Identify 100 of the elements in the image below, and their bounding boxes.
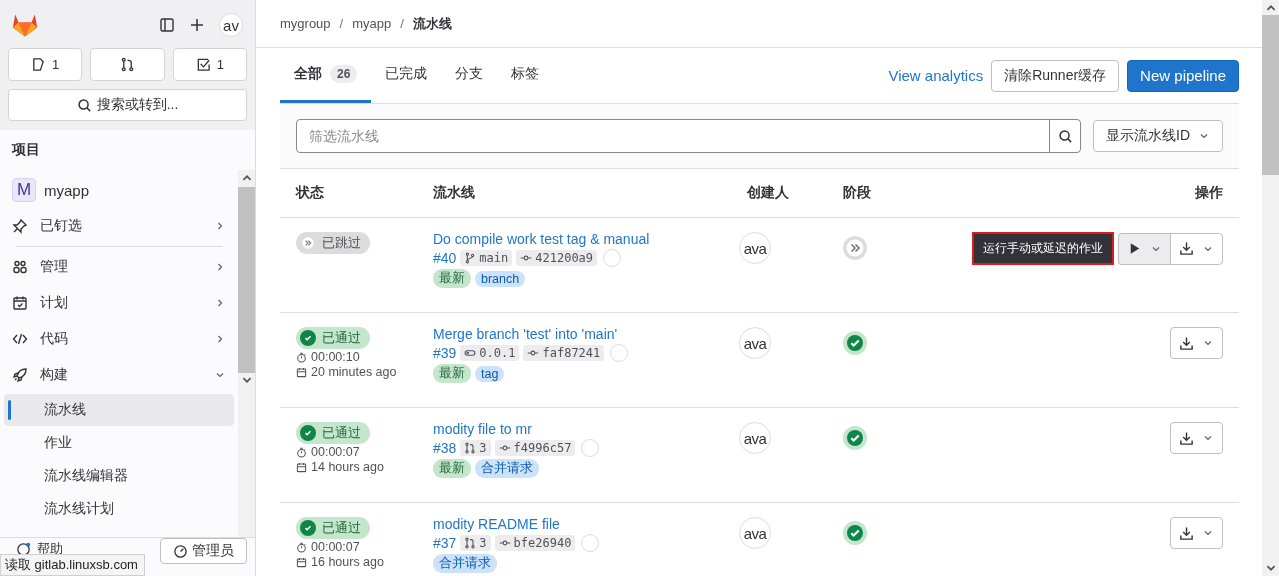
help-icon	[16, 541, 31, 557]
column-header: 创建人	[746, 184, 790, 202]
sidebar-toggle-icon[interactable]	[159, 17, 175, 33]
pipeline-id-link[interactable]: #39	[433, 345, 457, 361]
duration-text: 00:00:07	[296, 540, 433, 554]
commit-sha-link[interactable]: 421200a9	[516, 250, 598, 266]
finished-time: 16 hours ago	[296, 555, 433, 569]
nav-subitem[interactable]: 流水线	[4, 394, 234, 426]
issues-button[interactable]: 1	[8, 48, 83, 81]
skip-icon	[843, 236, 867, 260]
nav-subitem[interactable]: 流水线计划	[4, 493, 234, 525]
clear-cache-button[interactable]: 清除Runner缓存	[991, 59, 1120, 92]
tab-label: 已完成	[385, 65, 428, 83]
view-analytics-link[interactable]: View analytics	[888, 67, 984, 84]
download-icon	[1179, 525, 1194, 541]
status-badge[interactable]: 已通过	[296, 327, 370, 349]
nav-item[interactable]: 代码	[4, 321, 234, 357]
finished-time: 20 minutes ago	[296, 365, 433, 379]
check-circle-icon	[300, 425, 316, 441]
commit-sha-link[interactable]: faf87241	[523, 345, 605, 361]
check-circle-icon	[843, 331, 867, 355]
user-avatar[interactable]: av	[219, 13, 243, 37]
status-badge[interactable]: 已跳过	[296, 232, 370, 254]
nav-item[interactable]: 管理	[4, 249, 234, 285]
breadcrumb-link[interactable]: mygroup	[280, 16, 331, 31]
pipeline-title-link[interactable]: Do compile work test tag & manual	[433, 231, 693, 247]
skip-icon	[300, 235, 316, 251]
check-circle-icon	[843, 521, 867, 545]
calendar-icon	[296, 366, 307, 378]
tab[interactable]: 已完成	[371, 48, 442, 103]
new-pipeline-button[interactable]: New pipeline	[1127, 59, 1239, 92]
ref-label[interactable]: main	[460, 250, 513, 266]
pipeline-id-link[interactable]: #37	[433, 535, 457, 551]
check-circle-icon	[843, 426, 867, 450]
tab[interactable]: 标签	[497, 48, 554, 103]
tab-label: 分支	[455, 65, 484, 83]
admin-button[interactable]: 管理员	[160, 538, 247, 564]
download-artifacts-button[interactable]	[1170, 327, 1223, 359]
pipeline-badge: 最新	[433, 269, 471, 288]
search-button[interactable]: 搜索或转到...	[8, 89, 247, 121]
branch-icon	[464, 252, 477, 264]
merge-request-icon	[464, 537, 477, 549]
search-icon	[76, 97, 92, 113]
pipeline-id-link[interactable]: #38	[433, 440, 457, 456]
count-badge: 26	[330, 65, 358, 83]
download-icon	[1179, 241, 1194, 256]
gauge-icon	[173, 543, 188, 559]
pipeline-badge: 最新	[433, 364, 471, 383]
check-circle-icon	[300, 520, 316, 536]
code-icon	[12, 331, 28, 347]
nav-subitem[interactable]: 作业	[4, 427, 234, 459]
tab-label: 标签	[511, 65, 540, 83]
download-artifacts-button[interactable]	[1170, 517, 1223, 549]
scrollbar[interactable]	[1262, 0, 1279, 576]
column-header: 阶段	[843, 184, 872, 202]
pipeline-title-link[interactable]: Merge branch 'test' into 'main'	[433, 326, 693, 342]
nav-subitem[interactable]: 流水线编辑器	[4, 460, 234, 492]
pipeline-badge: 合并请求	[475, 459, 539, 478]
breadcrumb-link[interactable]: 流水线	[412, 14, 452, 33]
duration-text: 00:00:10	[296, 350, 433, 364]
nav-item[interactable]: 构建	[4, 357, 234, 393]
project-name[interactable]: myapp	[44, 181, 90, 199]
merge-request-icon	[120, 57, 135, 72]
download-artifacts-button[interactable]	[1170, 232, 1223, 265]
scrollbar[interactable]	[238, 170, 255, 537]
breadcrumb-separator: /	[339, 16, 344, 31]
status-bar: 读取 gitlab.linuxsb.com	[0, 554, 145, 576]
commit-sha-link[interactable]: bfe26940	[494, 535, 576, 551]
download-icon	[1179, 430, 1194, 446]
project-avatar[interactable]: M	[12, 178, 36, 202]
download-artifacts-button[interactable]	[1170, 422, 1223, 454]
rocket-icon	[12, 367, 28, 383]
fox-logo-icon[interactable]	[12, 12, 38, 38]
timer-icon	[296, 541, 307, 553]
pipeline-title-link[interactable]: modity file to mr	[433, 421, 693, 437]
pipeline-badge: branch	[475, 270, 526, 287]
todos-button[interactable]: 1	[172, 48, 247, 81]
ref-label[interactable]: 0.0.1	[460, 345, 520, 361]
pipeline-id-link[interactable]: #40	[433, 250, 457, 266]
section-title: 项目	[10, 140, 41, 159]
column-header: 状态	[296, 184, 325, 202]
status-badge[interactable]: 已通过	[296, 517, 370, 539]
merge-requests-button[interactable]	[90, 48, 165, 81]
tab-label: 全部	[294, 65, 322, 83]
column-header: 流水线	[433, 184, 476, 202]
run-manual-job-button[interactable]	[1118, 232, 1170, 265]
commit-sha-link[interactable]: f4996c57	[494, 440, 576, 456]
pipeline-id-dropdown[interactable]: 显示流水线ID	[1093, 120, 1223, 152]
pipeline-title-link[interactable]: modity README file	[433, 516, 693, 532]
nav-item[interactable]: 已钉选	[4, 208, 234, 244]
nav-item[interactable]: 计划	[4, 285, 234, 321]
plus-icon[interactable]	[189, 17, 205, 33]
finished-time: 14 hours ago	[296, 460, 433, 474]
ref-label[interactable]: 3	[460, 535, 491, 551]
download-icon	[1179, 335, 1194, 351]
tab[interactable]: 分支	[441, 48, 498, 103]
status-badge[interactable]: 已通过	[296, 422, 370, 444]
ref-label[interactable]: 3	[460, 440, 491, 456]
tooltip: 运行手动或延迟的作业	[972, 232, 1114, 265]
breadcrumb-link[interactable]: myapp	[352, 16, 392, 31]
